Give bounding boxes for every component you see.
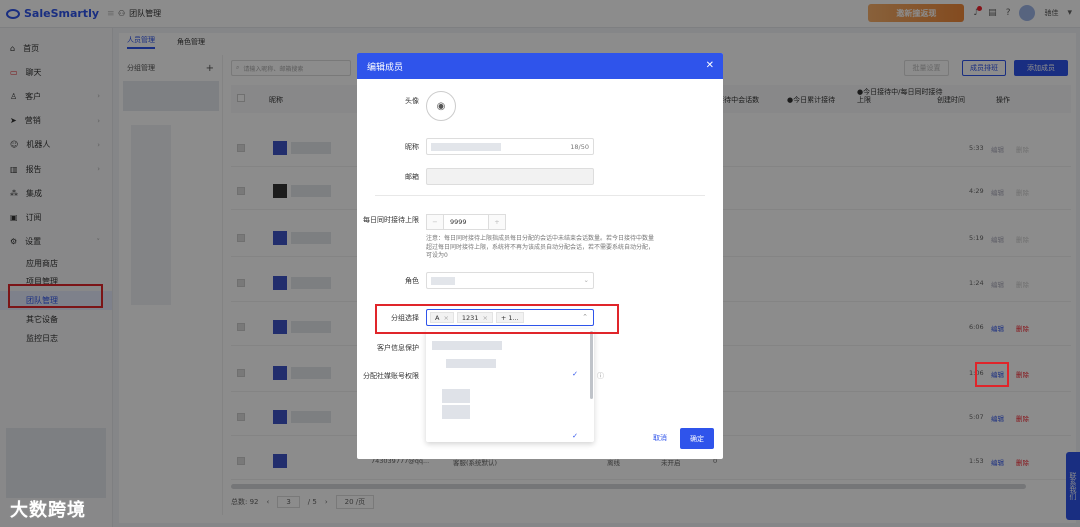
help-icon[interactable]: ⓘ bbox=[597, 371, 604, 381]
role-value bbox=[431, 277, 455, 285]
list-item[interactable] bbox=[426, 385, 586, 403]
highlight-box bbox=[375, 304, 619, 334]
confirm-button[interactable]: 确定 bbox=[680, 428, 714, 449]
email-label: 邮箱 bbox=[405, 173, 419, 181]
quantity-stepper[interactable]: − 9999 + bbox=[426, 214, 506, 230]
camera-icon[interactable]: ◉ bbox=[426, 91, 456, 121]
avatar-label: 头像 bbox=[405, 97, 419, 105]
email-field bbox=[426, 168, 594, 185]
increment-button[interactable]: + bbox=[489, 215, 505, 229]
nickname-label: 昵称 bbox=[405, 143, 419, 151]
nickname-field[interactable]: 18/50 bbox=[426, 138, 594, 155]
limit-note: 注意：每日同时接待上限指成员每日分配的会话中未结束会话数量。若今日接待中数量超过… bbox=[426, 235, 655, 259]
list-item[interactable]: ✓ bbox=[426, 367, 586, 383]
role-label: 角色 bbox=[405, 277, 419, 285]
close-icon[interactable]: ✕ bbox=[706, 60, 714, 71]
list-item[interactable] bbox=[426, 401, 586, 419]
customer-info-label: 客户信息保护 bbox=[377, 344, 419, 352]
role-select[interactable]: ⌄ bbox=[426, 272, 594, 289]
limit-value[interactable]: 9999 bbox=[443, 215, 489, 229]
chevron-down-icon: ⌄ bbox=[583, 276, 589, 284]
dropdown-scrollbar[interactable] bbox=[590, 331, 593, 399]
group-dropdown: ✓ ✓ bbox=[426, 329, 594, 442]
list-item[interactable] bbox=[426, 337, 586, 353]
divider bbox=[375, 195, 705, 196]
social-label: 分配社媒账号权限 bbox=[363, 372, 419, 380]
char-counter: 18/50 bbox=[570, 143, 589, 151]
limit-label: 每日同时接待上限 bbox=[363, 216, 419, 224]
dialog-title: 编辑成员 bbox=[357, 53, 723, 79]
highlight-box bbox=[975, 362, 1009, 387]
edit-member-dialog: 编辑成员 ✕ 头像 ◉ 昵称 18/50 邮箱 每日同时接待上限 − 9999 … bbox=[357, 53, 723, 459]
decrement-button[interactable]: − bbox=[427, 215, 443, 229]
check-icon: ✓ bbox=[572, 370, 578, 378]
check-icon: ✓ bbox=[572, 432, 578, 440]
nickname-value bbox=[431, 143, 501, 151]
list-item[interactable]: ✓ bbox=[426, 429, 586, 442]
cancel-button[interactable]: 取消 bbox=[653, 433, 667, 443]
watermark: 大数跨境 bbox=[10, 500, 86, 521]
